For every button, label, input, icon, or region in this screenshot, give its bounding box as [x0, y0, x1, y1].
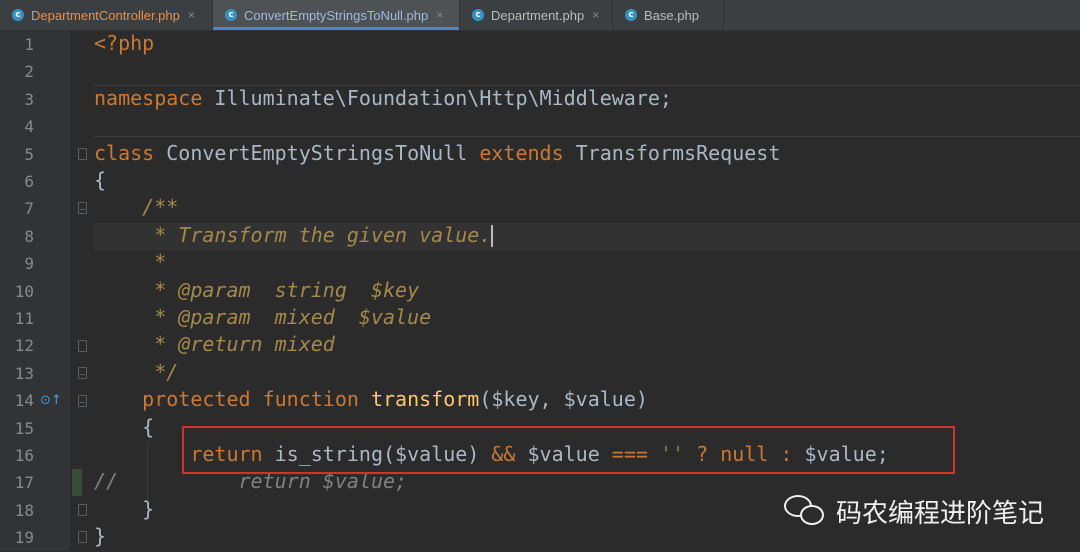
close-icon[interactable]: ×: [436, 8, 443, 22]
fold-icon[interactable]: [78, 148, 87, 160]
tab-label: Department.php: [491, 7, 585, 23]
fold-icon[interactable]: [78, 531, 87, 543]
tab-convert-empty-strings-to-null[interactable]: c ConvertEmptyStringsToNull.php ×: [213, 0, 460, 30]
line-number: 16: [14, 446, 34, 465]
code-line-5: class ConvertEmptyStringsToNull extends …: [94, 141, 1080, 168]
line-number: 14: [14, 391, 34, 411]
line-number: 9: [24, 254, 34, 274]
code-line-12: * @return mixed: [94, 332, 335, 357]
tab-department-controller[interactable]: c DepartmentController.php ×: [0, 0, 213, 30]
php-class-icon: c: [12, 9, 24, 21]
tab-department[interactable]: c Department.php ×: [460, 0, 613, 30]
line-number: 5: [24, 144, 34, 164]
line-number: 19: [14, 528, 34, 548]
keyword: function: [250, 387, 359, 412]
code-line-6: {: [94, 168, 107, 192]
override-method-icon[interactable]: ⊙↑: [40, 393, 62, 408]
tab-label: Base.php: [644, 7, 699, 23]
php-class-icon: c: [225, 9, 237, 21]
fold-icon[interactable]: [78, 504, 87, 516]
code-line-3: namespace Illuminate\Foundation\Http\Mid…: [94, 86, 1080, 113]
parent-class: TransformsRequest: [563, 140, 781, 165]
fold-icon[interactable]: [78, 395, 87, 407]
tab-label: ConvertEmptyStringsToNull.php: [244, 7, 429, 23]
line-number: 1: [24, 35, 34, 54]
close-icon[interactable]: ×: [188, 8, 195, 22]
function-name: transform: [358, 387, 480, 412]
line-number: 15: [14, 418, 34, 438]
line-number: 10: [14, 281, 34, 301]
function-args: ($key, $value): [479, 387, 648, 412]
close-icon[interactable]: ×: [592, 8, 599, 22]
keyword: protected: [142, 387, 251, 412]
line-number: 6: [24, 172, 34, 191]
code-line-8: * Transform the given value.: [94, 222, 1080, 251]
tab-label: DepartmentController.php: [31, 7, 180, 23]
line-number: 3: [24, 89, 34, 109]
namespace-path: Illuminate\Foundation\Http\Middleware;: [202, 85, 672, 110]
code-line-9: *: [94, 250, 167, 275]
fold-icon[interactable]: [78, 340, 87, 352]
code-line-14: protected function transform($key, $valu…: [94, 387, 1080, 414]
line-number: 7: [24, 199, 34, 219]
line-number: 4: [24, 117, 34, 137]
line-number: 12: [14, 336, 34, 356]
line-number: 13: [14, 363, 34, 383]
line-separator: [94, 136, 1080, 137]
editor-tab-bar: c DepartmentController.php × c ConvertEm…: [0, 0, 1080, 31]
keyword: namespace: [94, 85, 203, 110]
class-name: ConvertEmptyStringsToNull: [154, 140, 480, 165]
line-number: 8: [24, 226, 34, 246]
watermark-text: 码农编程进阶笔记: [836, 498, 1045, 529]
php-class-icon: c: [625, 9, 637, 21]
code-line-13: */: [94, 359, 179, 384]
php-class-icon: c: [472, 9, 484, 21]
code-line-10: * @param string $key: [94, 277, 420, 302]
code-line-11: * @param mixed $value: [94, 305, 432, 329]
code-line-7: /**: [94, 195, 179, 220]
keyword: extends: [479, 140, 564, 165]
highlight-annotation-box: [182, 426, 955, 474]
line-number: 18: [14, 500, 34, 520]
wechat-icon: [782, 491, 828, 531]
vcs-change-marker[interactable]: [72, 469, 82, 496]
fold-icon[interactable]: [78, 367, 87, 379]
line-number: 2: [24, 62, 34, 82]
watermark: 码农编程进阶笔记: [782, 491, 1044, 531]
line-number: 11: [14, 309, 34, 328]
line-number: 17: [14, 473, 34, 493]
php-open-tag: <?php: [94, 31, 155, 55]
fold-icon[interactable]: [78, 202, 87, 214]
keyword: class: [94, 140, 155, 165]
code-line-1: <?php: [94, 31, 1080, 58]
tab-base[interactable]: c Base.php: [613, 0, 724, 30]
text-caret: [491, 225, 494, 248]
doc-comment: * Transform the given value.: [94, 222, 492, 247]
code-editor[interactable]: 1 2 3 4 5 6 7 8 9 10 11 12 13 14 15 16 1…: [0, 31, 1080, 551]
